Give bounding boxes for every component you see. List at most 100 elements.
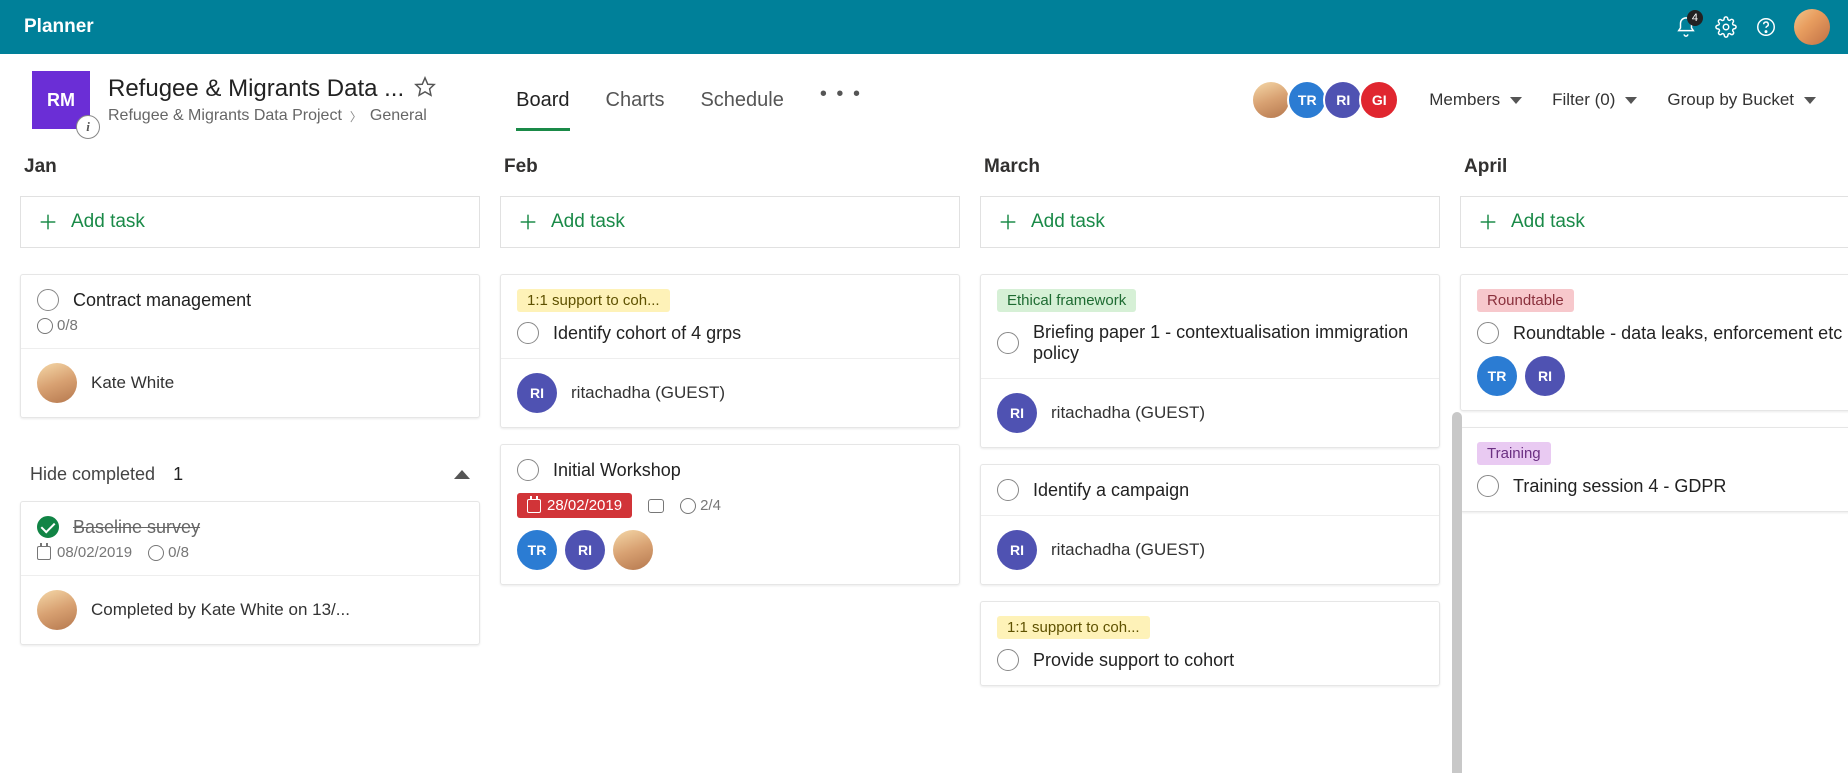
scrollbar[interactable] xyxy=(1452,412,1462,773)
plan-tile-initials: RM xyxy=(47,90,75,111)
task-title: Roundtable - data leaks, enforcement etc xyxy=(1513,323,1842,344)
task-tag: 1:1 support to coh... xyxy=(997,616,1150,639)
task-card[interactable]: Contract management 0/8 Kate White xyxy=(20,274,480,418)
gear-icon[interactable] xyxy=(1706,7,1746,47)
avatar-ri: RI xyxy=(1323,80,1363,120)
view-tabs: Board Charts Schedule • • • xyxy=(516,68,862,132)
task-checkbox[interactable] xyxy=(1477,475,1499,497)
task-checkbox[interactable] xyxy=(517,459,539,481)
task-card[interactable]: Training Training session 4 - GDPR xyxy=(1460,427,1848,512)
bucket-jan: Jan Add task Contract management 0/8 Kat… xyxy=(20,156,480,749)
members-label: Members xyxy=(1429,90,1500,110)
bucket-title[interactable]: March xyxy=(980,156,1440,196)
comment-icon xyxy=(648,499,664,513)
bucket-title[interactable]: April xyxy=(1460,156,1848,196)
add-task-button[interactable]: Add task xyxy=(20,196,480,248)
calendar-icon xyxy=(527,499,541,513)
app-title: Planner xyxy=(24,16,1666,38)
plan-tile: RM i xyxy=(32,71,90,129)
checklist-count: 0/8 xyxy=(148,544,189,561)
task-checkbox[interactable] xyxy=(997,649,1019,671)
assignee-avatar: RI xyxy=(997,530,1037,570)
task-card[interactable]: Identify a campaign RI ritachadha (GUEST… xyxy=(980,464,1440,585)
task-card[interactable]: Initial Workshop 28/02/2019 2/4 TR RI xyxy=(500,444,960,585)
avatar-photo xyxy=(1251,80,1291,120)
plan-title: Refugee & Migrants Data ... xyxy=(108,75,404,103)
avatar-tr: TR xyxy=(1287,80,1327,120)
task-checkbox[interactable] xyxy=(37,289,59,311)
assignee-avatar xyxy=(37,363,77,403)
filter-dropdown[interactable]: Filter (0) xyxy=(1552,90,1637,110)
plan-header: RM i Refugee & Migrants Data ... Refugee… xyxy=(0,54,1848,132)
chevron-down-icon xyxy=(1804,97,1816,104)
task-checkbox-done[interactable] xyxy=(37,516,59,538)
task-card[interactable]: 1:1 support to coh... Identify cohort of… xyxy=(500,274,960,428)
chevron-right-icon: 〉 xyxy=(350,108,362,125)
app-top-bar: Planner 4 xyxy=(0,0,1848,54)
checklist-count: 0/8 xyxy=(37,317,78,334)
members-dropdown[interactable]: Members xyxy=(1429,90,1522,110)
completed-by-text: Completed by Kate White on 13/... xyxy=(91,600,350,620)
due-date-overdue: 28/02/2019 xyxy=(517,493,632,518)
task-card[interactable]: Ethical framework Briefing paper 1 - con… xyxy=(980,274,1440,448)
bucket-feb: Feb Add task 1:1 support to coh... Ident… xyxy=(500,156,960,749)
task-checkbox[interactable] xyxy=(1477,322,1499,344)
bucket-title[interactable]: Jan xyxy=(20,156,480,196)
add-task-label: Add task xyxy=(551,211,625,233)
chevron-down-icon xyxy=(1510,97,1522,104)
tab-board[interactable]: Board xyxy=(516,69,569,131)
task-checkbox[interactable] xyxy=(997,332,1019,354)
assignee-name: ritachadha (GUEST) xyxy=(571,383,725,403)
task-title: Provide support to cohort xyxy=(1033,650,1234,671)
task-tag: Training xyxy=(1477,442,1551,465)
add-task-label: Add task xyxy=(1511,211,1585,233)
groupby-label: Group by Bucket xyxy=(1667,90,1794,110)
plus-icon xyxy=(1477,211,1499,233)
task-card-completed[interactable]: Baseline survey 08/02/2019 0/8 Completed… xyxy=(20,501,480,645)
hide-completed-toggle[interactable]: Hide completed 1 xyxy=(20,434,480,501)
hide-completed-label: Hide completed xyxy=(30,464,155,485)
assignee-name: Kate White xyxy=(91,373,174,393)
avatar-ri: RI xyxy=(565,530,605,570)
assignee-avatar: RI xyxy=(997,393,1037,433)
favorite-star-icon[interactable] xyxy=(414,76,436,103)
tab-schedule[interactable]: Schedule xyxy=(700,69,783,131)
assignee-name: ritachadha (GUEST) xyxy=(1051,403,1205,423)
breadcrumb-leaf[interactable]: General xyxy=(370,107,427,125)
task-card[interactable]: 1:1 support to coh... Provide support to… xyxy=(980,601,1440,686)
task-tag: Ethical framework xyxy=(997,289,1136,312)
add-task-button[interactable]: Add task xyxy=(980,196,1440,248)
avatar-tr: TR xyxy=(1477,356,1517,396)
assignee-avatar xyxy=(37,590,77,630)
plan-members-avatars[interactable]: TR RI GI xyxy=(1255,80,1399,120)
bucket-april: April Add task Roundtable Roundtable - d… xyxy=(1460,156,1848,749)
help-icon[interactable] xyxy=(1746,7,1786,47)
task-title: Training session 4 - GDPR xyxy=(1513,476,1726,497)
task-title: Identify a campaign xyxy=(1033,480,1189,501)
task-checkbox[interactable] xyxy=(997,479,1019,501)
user-avatar[interactable] xyxy=(1794,9,1830,45)
avatar-tr: TR xyxy=(517,530,557,570)
breadcrumb: Refugee & Migrants Data Project 〉 Genera… xyxy=(108,107,436,125)
task-title: Identify cohort of 4 grps xyxy=(553,323,741,344)
filter-label: Filter (0) xyxy=(1552,90,1615,110)
groupby-dropdown[interactable]: Group by Bucket xyxy=(1667,90,1816,110)
board-area: Jan Add task Contract management 0/8 Kat… xyxy=(0,132,1848,773)
chevron-down-icon xyxy=(1625,97,1637,104)
task-checkbox[interactable] xyxy=(517,322,539,344)
add-task-button[interactable]: Add task xyxy=(500,196,960,248)
plus-icon xyxy=(37,211,59,233)
tab-charts[interactable]: Charts xyxy=(606,69,665,131)
task-card[interactable]: Roundtable Roundtable - data leaks, enfo… xyxy=(1460,274,1848,411)
more-options-icon[interactable]: • • • xyxy=(820,83,862,118)
notifications-icon[interactable]: 4 xyxy=(1666,7,1706,47)
task-title: Briefing paper 1 - contextualisation imm… xyxy=(1033,322,1423,364)
task-tag: Roundtable xyxy=(1477,289,1574,312)
assignee-name: ritachadha (GUEST) xyxy=(1051,540,1205,560)
task-assignees: TR RI xyxy=(517,530,943,570)
add-task-button[interactable]: Add task xyxy=(1460,196,1848,248)
chevron-up-icon xyxy=(454,470,470,479)
bucket-title[interactable]: Feb xyxy=(500,156,960,196)
breadcrumb-root[interactable]: Refugee & Migrants Data Project xyxy=(108,107,342,125)
checklist-count: 2/4 xyxy=(680,497,721,514)
